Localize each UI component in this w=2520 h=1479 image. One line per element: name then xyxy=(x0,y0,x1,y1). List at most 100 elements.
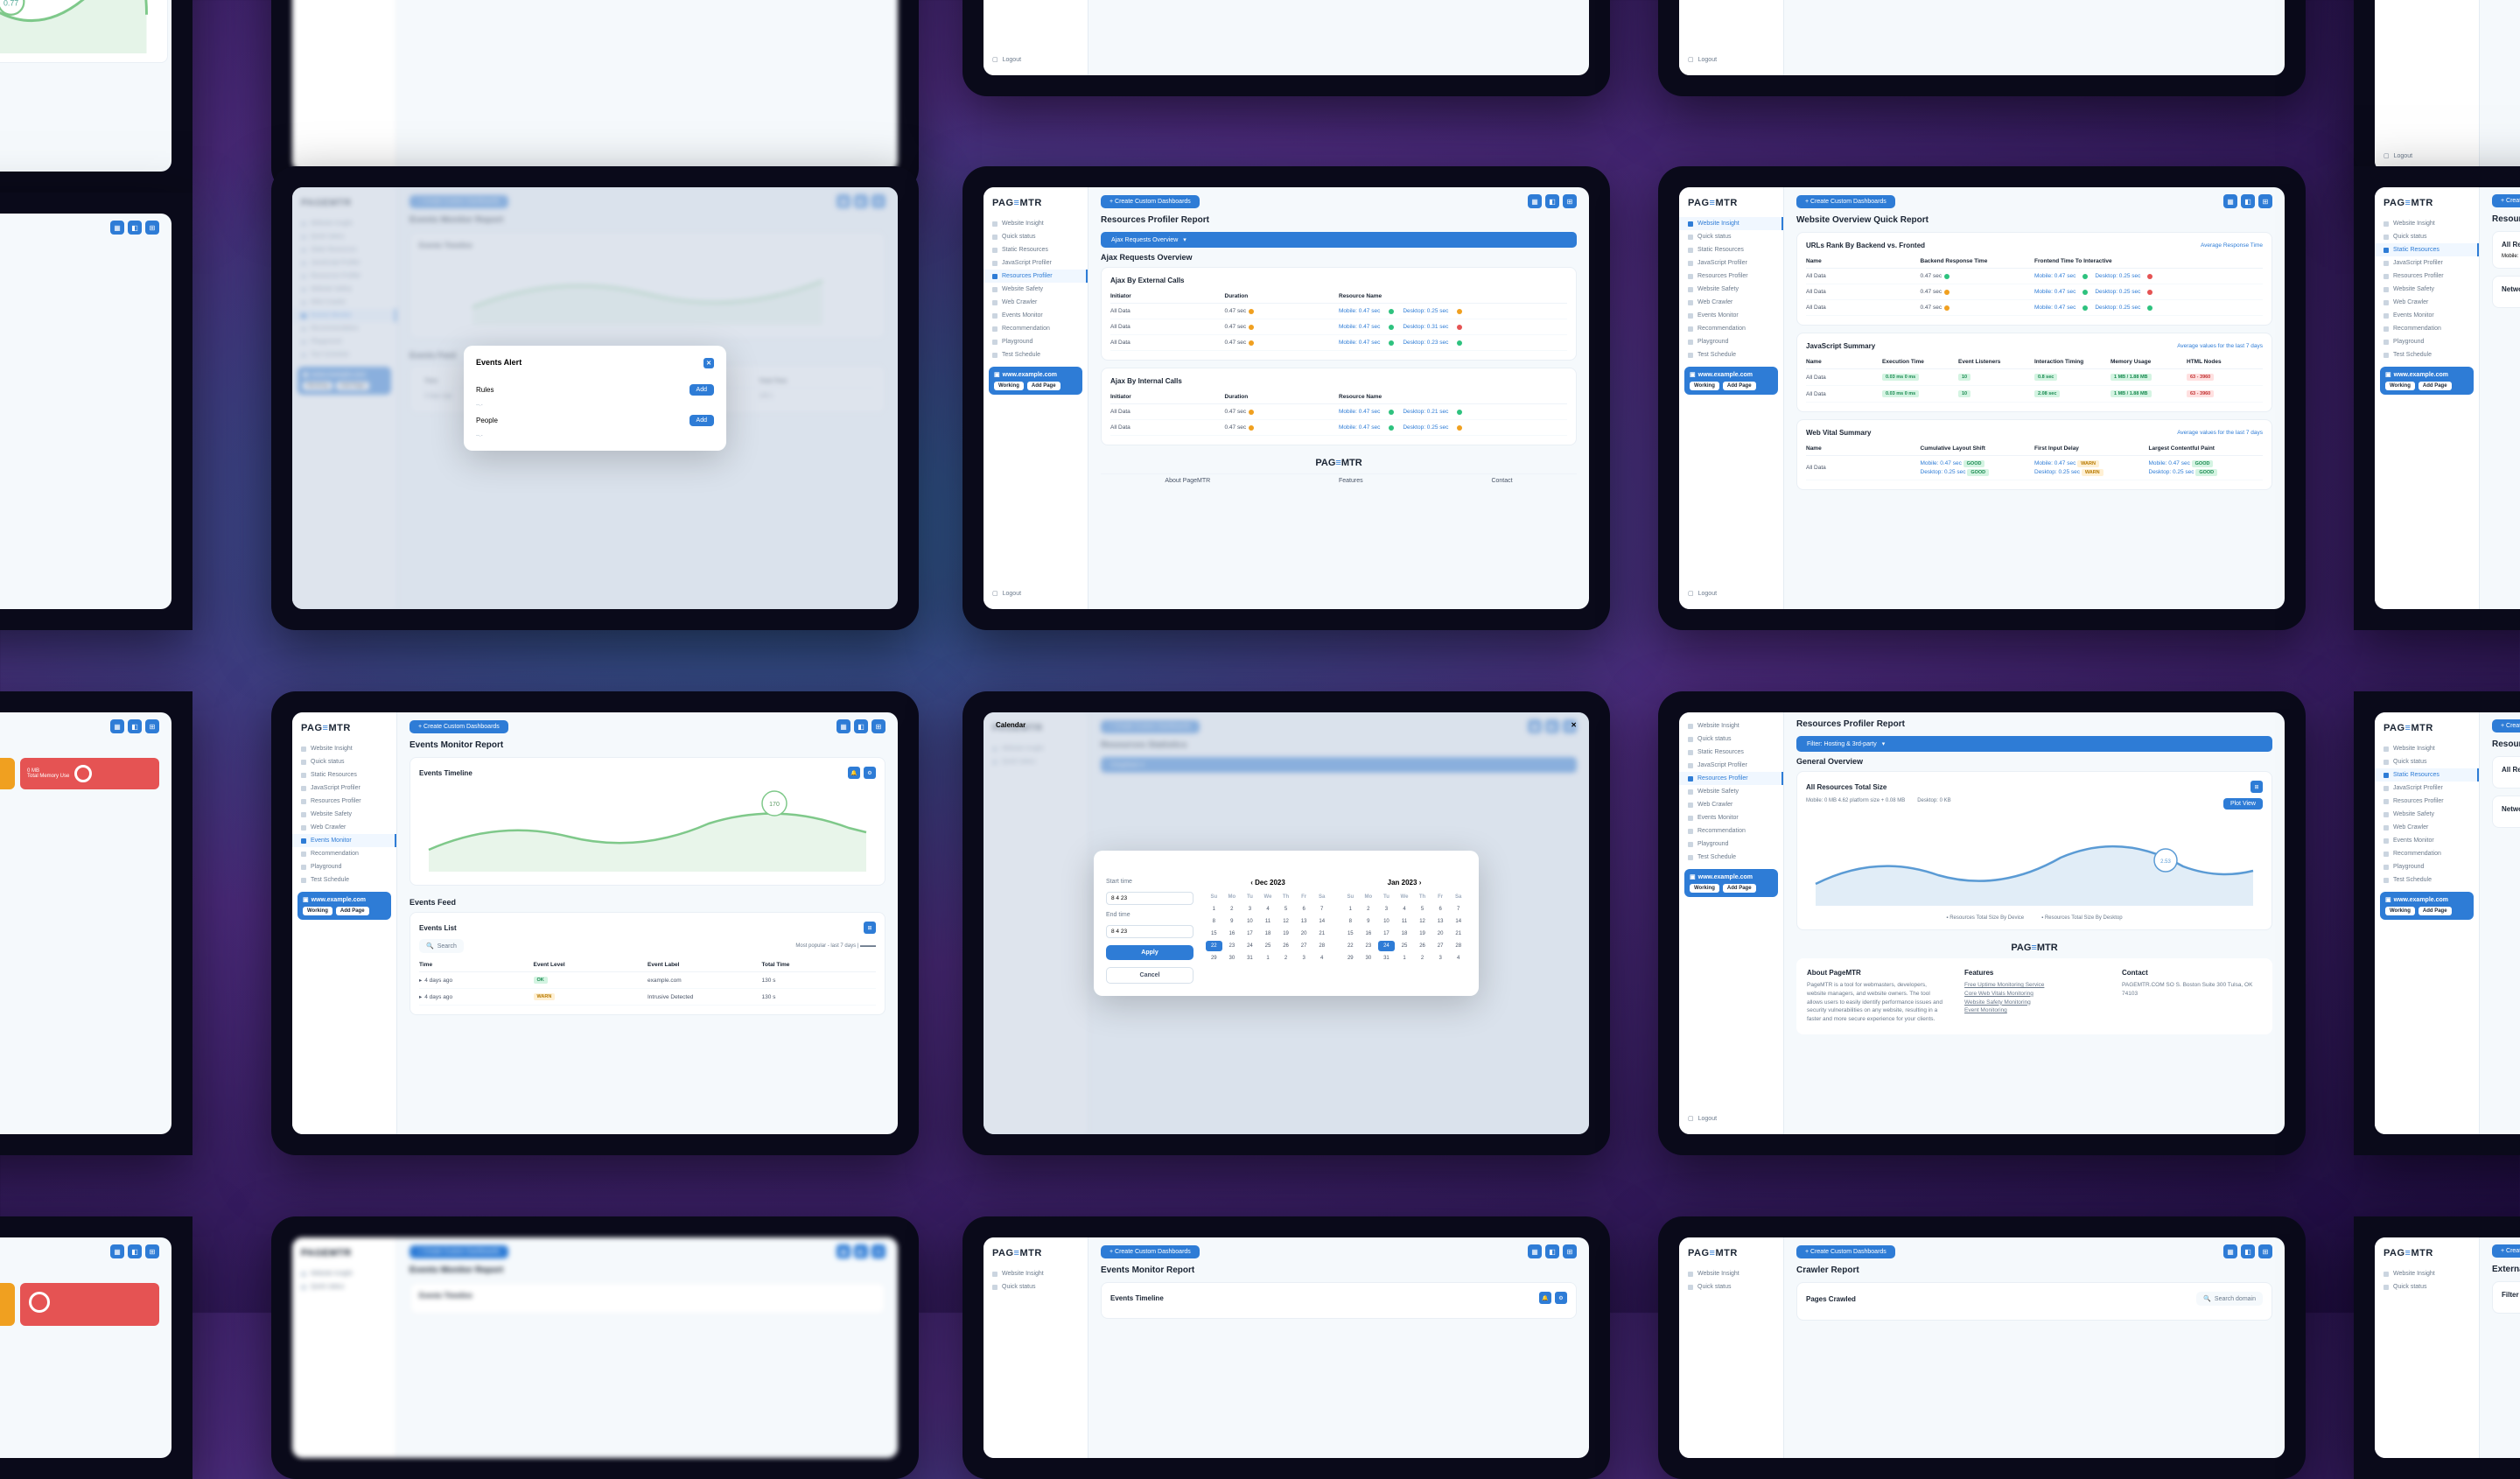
working-button[interactable]: Working xyxy=(994,382,1024,390)
calendar-day[interactable]: 13 xyxy=(1296,916,1312,927)
close-icon[interactable]: ✕ xyxy=(704,358,714,368)
calendar-day[interactable]: 17 xyxy=(1242,929,1258,939)
calendar-day[interactable]: 21 xyxy=(1313,929,1330,939)
calendar-day[interactable]: 19 xyxy=(1278,929,1294,939)
calendar-day[interactable]: 25 xyxy=(1396,941,1413,951)
calendar-day[interactable]: 22 xyxy=(1342,941,1359,951)
expand-icon[interactable]: ⊞ xyxy=(1563,194,1577,208)
calendar-day[interactable]: 30 xyxy=(1361,953,1377,964)
nav-website-insight[interactable]: Website Insight xyxy=(984,217,1088,230)
calendar-day[interactable]: 4 xyxy=(1396,904,1413,915)
calendar-day[interactable]: 22 xyxy=(1206,941,1222,951)
next-month-icon[interactable]: › xyxy=(1419,879,1422,887)
calendar-day[interactable]: 23 xyxy=(1361,941,1377,951)
nav-playground[interactable]: Playground xyxy=(984,335,1088,348)
grid-icon[interactable]: ▦ xyxy=(1528,194,1542,208)
calendar-day[interactable]: 3 xyxy=(1378,904,1395,915)
calendar-day[interactable]: 7 xyxy=(1313,904,1330,915)
calendar-day[interactable]: 18 xyxy=(1396,929,1413,939)
calendar-day[interactable]: 15 xyxy=(1206,929,1222,939)
calendar-day[interactable]: 26 xyxy=(1278,941,1294,951)
nav-recommendation[interactable]: Recommendation xyxy=(984,322,1088,335)
calendar-day[interactable]: 28 xyxy=(1313,941,1330,951)
start-date-input[interactable]: 8 4 23 xyxy=(1106,892,1194,905)
create-dashboard-button[interactable]: + Create Custom Dashboards xyxy=(1101,195,1200,208)
calendar-day[interactable]: 11 xyxy=(1396,916,1413,927)
end-date-input[interactable]: 8 4 23 xyxy=(1106,925,1194,938)
nav-static-resources[interactable]: Static Resources xyxy=(984,243,1088,256)
calendar-day[interactable]: 1 xyxy=(1342,904,1359,915)
calendar-day[interactable]: 20 xyxy=(1296,929,1312,939)
calendar-day[interactable]: 16 xyxy=(1224,929,1241,939)
calendar-day[interactable]: 4 xyxy=(1313,953,1330,964)
filter-dropdown[interactable]: Filter: Hosting & 3rd-party ▾ xyxy=(1796,736,2272,752)
calendar-day[interactable]: 5 xyxy=(1414,904,1431,915)
bell-icon[interactable]: 🔔 xyxy=(848,767,860,779)
site-selector[interactable]: ▣ www.example.comWorkingAdd Page xyxy=(989,367,1082,395)
calendar-day[interactable]: 24 xyxy=(1242,941,1258,951)
nav-resources-profiler[interactable]: Resources Profiler xyxy=(984,270,1088,283)
filter-dropdown[interactable]: Ajax Requests Overview ▾ xyxy=(1101,232,1577,248)
calendar-day[interactable]: 3 xyxy=(1296,953,1312,964)
nav-website-insight[interactable]: Website Insight xyxy=(1679,217,1783,230)
calendar-day[interactable]: 14 xyxy=(1313,916,1330,927)
calendar-day[interactable]: 10 xyxy=(1242,916,1258,927)
calendar-day[interactable]: 27 xyxy=(1296,941,1312,951)
calendar-day[interactable]: 18 xyxy=(1260,929,1277,939)
nav-events-monitor[interactable]: Events Monitor xyxy=(984,309,1088,322)
apply-button[interactable]: Apply xyxy=(1106,945,1194,960)
add-page-button[interactable]: Add Page xyxy=(1027,382,1060,390)
calendar-day[interactable]: 25 xyxy=(1260,941,1277,951)
nav-test-schedule[interactable]: Test Schedule xyxy=(984,348,1088,361)
calendar-day[interactable]: 3 xyxy=(1432,953,1449,964)
calendar-day[interactable]: 20 xyxy=(1432,929,1449,939)
calendar-day[interactable]: 14 xyxy=(1450,916,1466,927)
calendar-day[interactable]: 26 xyxy=(1414,941,1431,951)
calendar-day[interactable]: 19 xyxy=(1414,929,1431,939)
settings-icon[interactable]: ⚙ xyxy=(864,767,876,779)
calendar-day[interactable]: 9 xyxy=(1224,916,1241,927)
logout[interactable]: ▢ Logout xyxy=(984,51,1088,68)
calendar-day[interactable]: 15 xyxy=(1342,929,1359,939)
cancel-button[interactable]: Cancel xyxy=(1106,967,1194,984)
add-person-button[interactable]: Add xyxy=(690,415,714,426)
calendar-day[interactable]: 3 xyxy=(1242,904,1258,915)
calendar-day[interactable]: 16 xyxy=(1361,929,1377,939)
table-row[interactable]: ▸ 4 days agoOKexample.com130 s xyxy=(419,972,876,989)
calendar-day[interactable]: 23 xyxy=(1224,941,1241,951)
calendar-day[interactable]: 27 xyxy=(1432,941,1449,951)
calendar-day[interactable]: 31 xyxy=(1242,953,1258,964)
calendar-day[interactable]: 13 xyxy=(1432,916,1449,927)
calendar-day[interactable]: 29 xyxy=(1206,953,1222,964)
calendar-day[interactable]: 4 xyxy=(1450,953,1466,964)
calendar-day[interactable]: 2 xyxy=(1278,953,1294,964)
nav-js-profiler[interactable]: JavaScript Profiler xyxy=(984,256,1088,270)
add-rule-button[interactable]: Add xyxy=(690,384,714,396)
prev-month-icon[interactable]: ‹ xyxy=(1250,879,1253,887)
close-icon[interactable]: ✕ xyxy=(1571,721,1577,729)
expand-icon[interactable]: ⊞ xyxy=(864,922,876,934)
logout[interactable]: ▢ Logout xyxy=(1679,51,1783,68)
calendar-day[interactable]: 21 xyxy=(1450,929,1466,939)
search-input[interactable]: 🔍 Search xyxy=(419,939,464,953)
calendar-day[interactable]: 1 xyxy=(1396,953,1413,964)
calendar-day[interactable]: 31 xyxy=(1378,953,1395,964)
calendar-day[interactable]: 5 xyxy=(1278,904,1294,915)
calendar-day[interactable]: 24 xyxy=(1378,941,1395,951)
calendar-day[interactable]: 29 xyxy=(1342,953,1359,964)
calendar-day[interactable]: 4 xyxy=(1260,904,1277,915)
calendar-day[interactable]: 2 xyxy=(1224,904,1241,915)
calendar-day[interactable]: 28 xyxy=(1450,941,1466,951)
calendar-day[interactable]: 2 xyxy=(1361,904,1377,915)
calendar-day[interactable]: 30 xyxy=(1224,953,1241,964)
calendar-day[interactable]: 2 xyxy=(1414,953,1431,964)
calendar-day[interactable]: 8 xyxy=(1206,916,1222,927)
calendar-day[interactable]: 12 xyxy=(1278,916,1294,927)
calendar-day[interactable]: 11 xyxy=(1260,916,1277,927)
calendar-day[interactable]: 6 xyxy=(1432,904,1449,915)
calendar-day[interactable]: 1 xyxy=(1206,904,1222,915)
calendar-day[interactable]: 9 xyxy=(1361,916,1377,927)
calendar-day[interactable]: 17 xyxy=(1378,929,1395,939)
table-row[interactable]: ▸ 4 days agoWARNIntrusive Detected130 s xyxy=(419,989,876,1006)
calendar-day[interactable]: 10 xyxy=(1378,916,1395,927)
